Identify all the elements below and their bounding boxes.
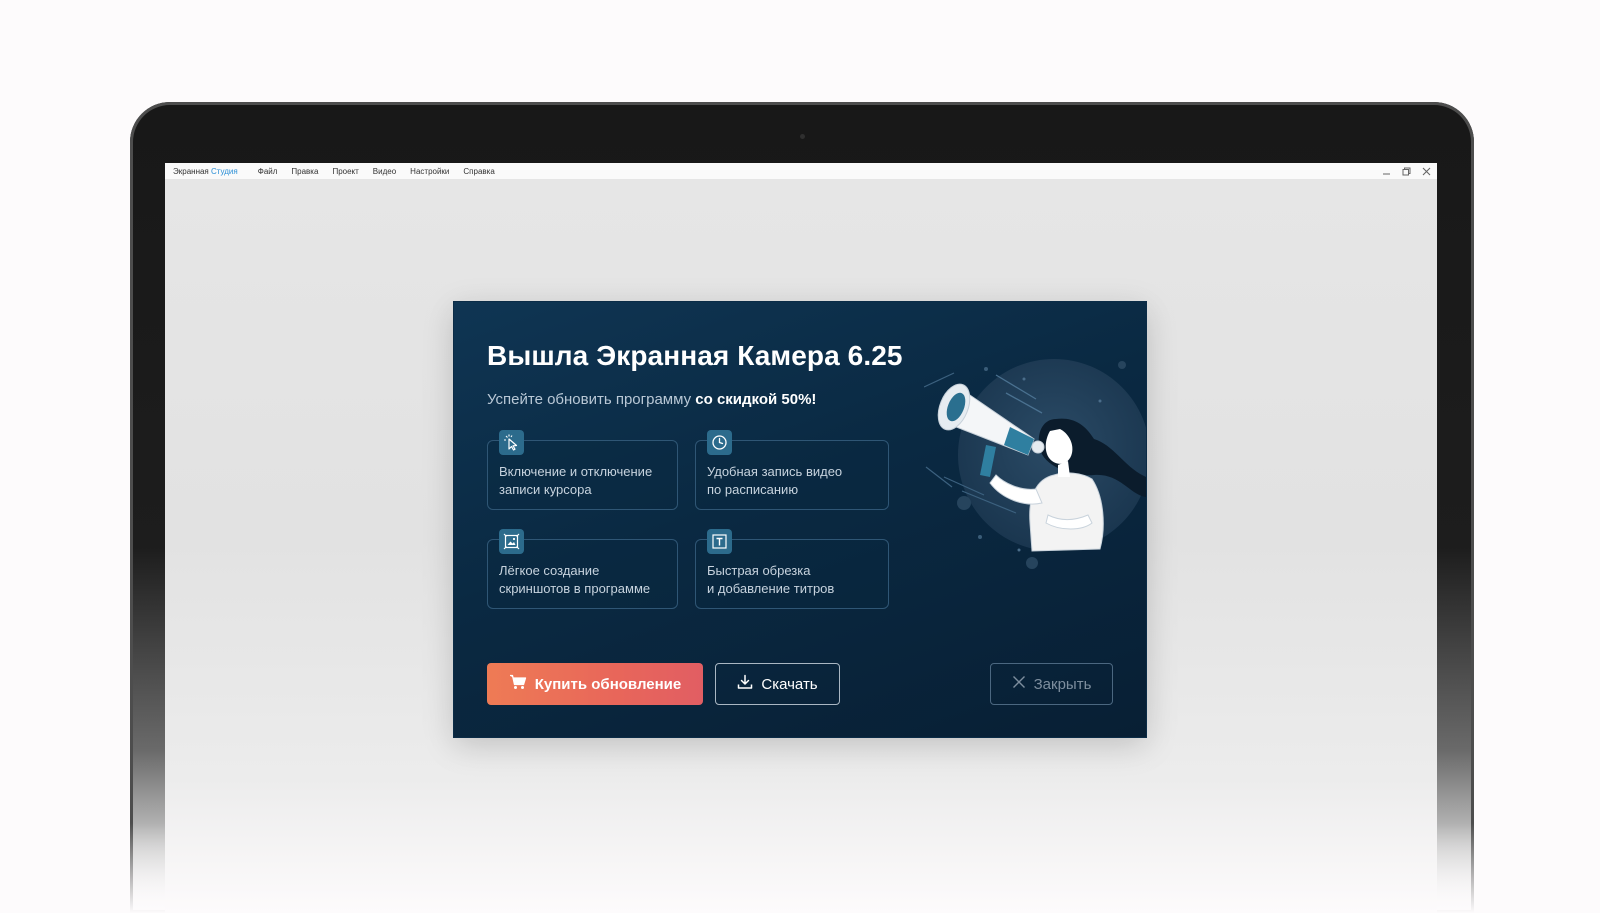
app-title: Экранная Студия <box>173 166 238 176</box>
close-icon <box>1012 675 1026 693</box>
download-button[interactable]: Скачать <box>715 663 840 705</box>
menu-video[interactable]: Видео <box>373 167 396 176</box>
feature-text: Лёгкое создание скриншотов в программе <box>499 563 651 596</box>
feature-text: Удобная запись видео по расписанию <box>707 464 843 497</box>
menu-help[interactable]: Справка <box>463 167 494 176</box>
clock-icon <box>707 430 732 455</box>
cursor-icon <box>499 430 524 455</box>
cart-icon <box>509 674 527 694</box>
text-icon <box>707 529 732 554</box>
download-label: Скачать <box>761 675 818 693</box>
buy-update-button[interactable]: Купить обновление <box>487 663 703 705</box>
app-menubar: Экранная Студия Файл Правка Проект Видео… <box>165 163 1437 180</box>
discount-text: со скидкой 50%! <box>695 391 817 408</box>
megaphone-woman-illustration <box>924 359 1146 569</box>
buy-update-label: Купить обновление <box>534 675 682 693</box>
restore-icon[interactable] <box>1401 166 1411 176</box>
update-dialog: Вышла Экранная Камера 6.25 Успейте обнов… <box>454 302 1146 737</box>
feature-text: Включение и отключение записи курсора <box>499 464 653 497</box>
window-controls <box>1381 163 1431 179</box>
download-icon <box>737 674 753 694</box>
feature-text: Быстрая обрезка и добавление титров <box>707 563 835 596</box>
menu-project[interactable]: Проект <box>332 167 358 176</box>
feature-card-screenshots: Лёгкое создание скриншотов в программе <box>487 529 678 609</box>
feature-card-cursor: Включение и отключение записи курсора <box>487 430 678 510</box>
menu-settings[interactable]: Настройки <box>410 167 449 176</box>
close-label: Закрыть <box>1033 675 1092 693</box>
screenshot-icon <box>499 529 524 554</box>
minimize-icon[interactable] <box>1381 166 1391 176</box>
close-window-icon[interactable] <box>1421 166 1431 176</box>
feature-card-titles: Быстрая обрезка и добавление титров <box>695 529 889 609</box>
menu-edit[interactable]: Правка <box>291 167 318 176</box>
laptop-screen: Экранная Студия Файл Правка Проект Видео… <box>165 163 1437 913</box>
dialog-subtitle: Успейте обновить программу со скидкой 50… <box>487 391 817 408</box>
close-button[interactable]: Закрыть <box>990 663 1113 705</box>
feature-card-schedule: Удобная запись видео по расписанию <box>695 430 889 510</box>
menu-file[interactable]: Файл <box>258 167 278 176</box>
webcam-dot <box>800 134 805 139</box>
dialog-title: Вышла Экранная Камера 6.25 <box>487 340 903 371</box>
